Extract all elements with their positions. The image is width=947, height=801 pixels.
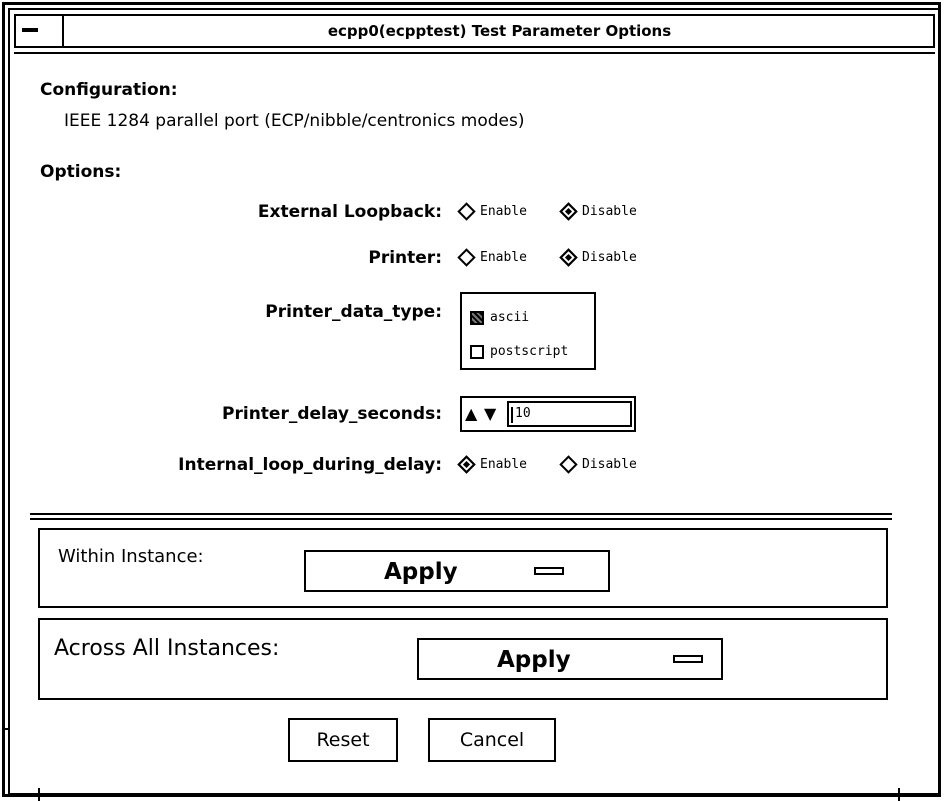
external-loopback-label: External Loopback: — [257, 202, 442, 222]
menu-grip-icon — [534, 567, 564, 575]
printer-delay-seconds-value: 10 — [515, 406, 531, 421]
radio-diamond-selected-icon — [559, 202, 578, 221]
choice-label: ascii — [490, 310, 530, 325]
printer-delay-seconds-label: Printer_delay_seconds: — [222, 404, 442, 424]
separator-line — [30, 518, 892, 520]
increment-arrow-icon[interactable]: ▲ — [465, 406, 477, 422]
separator-line — [30, 513, 892, 515]
across-all-instances-apply-button[interactable]: Apply — [417, 638, 723, 680]
radio-label: Disable — [582, 204, 637, 219]
across-all-instances-label: Across All Instances: — [54, 636, 280, 661]
reset-button[interactable]: Reset — [288, 718, 398, 762]
window-title: ecpp0(ecpptest) Test Parameter Options — [327, 22, 672, 40]
configuration-heading: Configuration: — [40, 80, 178, 100]
printer-data-type-choices: ascii postscript — [460, 292, 596, 370]
configuration-description: IEEE 1284 parallel port (ECP/nibble/cent… — [64, 111, 525, 131]
within-instance-label: Within Instance: — [58, 546, 204, 567]
radio-label: Enable — [480, 204, 527, 219]
external-loopback-disable-radio[interactable]: Disable — [559, 202, 637, 221]
printer-disable-radio[interactable]: Disable — [559, 248, 637, 267]
printer-delay-seconds-stepper: ▲ ▼ 10 — [460, 396, 636, 432]
internal-loop-during-delay-label: Internal_loop_during_delay: — [178, 455, 442, 475]
radio-label: Disable — [582, 457, 637, 472]
printer-data-type-label: Printer_data_type: — [265, 302, 442, 322]
decrement-arrow-icon[interactable]: ▼ — [484, 406, 496, 422]
across-all-instances-group: Across All Instances: Apply — [38, 618, 888, 700]
printer-data-type-postscript[interactable]: postscript — [470, 344, 568, 359]
apply-label: Apply — [497, 647, 571, 673]
radio-label: Enable — [480, 457, 527, 472]
radio-label: Disable — [582, 250, 637, 265]
choice-label: postscript — [490, 344, 569, 359]
printer-enable-radio[interactable]: Enable — [457, 248, 527, 267]
frame-corner-tick — [2, 728, 10, 730]
frame-corner-tick — [898, 788, 900, 801]
radio-diamond-icon — [559, 455, 578, 474]
printer-delay-seconds-input[interactable]: 10 — [507, 401, 632, 427]
title-divider — [14, 52, 935, 54]
radio-label: Enable — [480, 250, 527, 265]
window-menu-button[interactable] — [14, 14, 64, 48]
radio-diamond-icon — [457, 248, 476, 267]
minus-icon — [22, 28, 38, 32]
radio-diamond-selected-icon — [457, 455, 476, 474]
printer-label: Printer: — [368, 248, 442, 268]
menu-grip-icon — [673, 655, 703, 663]
external-loopback-enable-radio[interactable]: Enable — [457, 202, 527, 221]
checkbox-selected-icon — [470, 310, 484, 325]
within-instance-group: Within Instance: Apply — [38, 528, 888, 608]
frame-corner-tick — [38, 788, 40, 801]
checkbox-icon — [470, 344, 484, 359]
text-caret — [511, 407, 513, 423]
internal-loop-enable-radio[interactable]: Enable — [457, 455, 527, 474]
cancel-button[interactable]: Cancel — [428, 718, 556, 762]
radio-diamond-selected-icon — [559, 248, 578, 267]
printer-data-type-ascii[interactable]: ascii — [470, 310, 529, 325]
internal-loop-disable-radio[interactable]: Disable — [559, 455, 637, 474]
options-heading: Options: — [40, 162, 122, 182]
radio-diamond-icon — [457, 202, 476, 221]
within-instance-apply-button[interactable]: Apply — [304, 550, 610, 592]
